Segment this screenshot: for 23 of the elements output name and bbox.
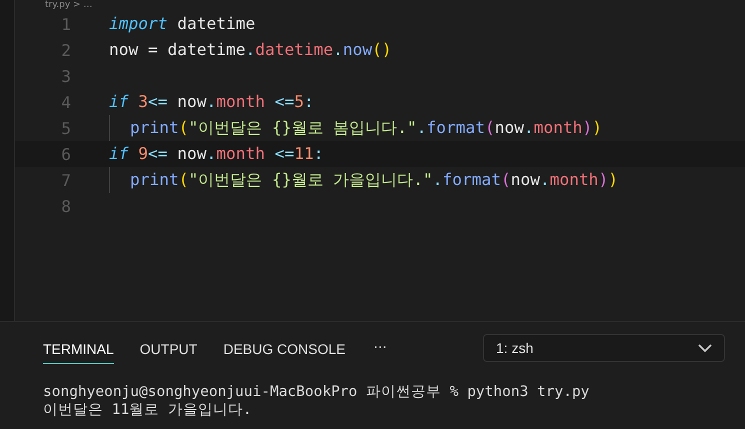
- code-line: if 3<= now.month <=5:: [109, 91, 314, 113]
- line-number: 6: [60, 144, 71, 164]
- panel-tab[interactable]: TERMINAL: [43, 332, 114, 364]
- code-line: import datetime: [109, 13, 256, 35]
- line-number: 5: [60, 118, 71, 138]
- panel-tab[interactable]: DEBUG CONSOLE: [223, 332, 346, 364]
- terminal-select[interactable]: 1: zsh: [483, 334, 725, 362]
- line-number: 8: [60, 196, 71, 216]
- terminal-line: 이번달은 11월로 가을입니다.: [43, 401, 253, 419]
- line-number: 2: [60, 40, 71, 60]
- line-number: 4: [60, 92, 71, 112]
- code-line: now = datetime.datetime.now(): [109, 39, 392, 61]
- line-number: 3: [60, 66, 71, 86]
- code-line: print("이번달은 {}월로 봄입니다.".format(now.month)): [130, 117, 602, 139]
- code-line: print("이번달은 {}월로 가을입니다.".format(now.month)): [130, 169, 618, 191]
- line-number: 1: [60, 14, 71, 34]
- code-line: if 9<= now.month <=11:: [109, 143, 324, 165]
- chevron-down-icon: [698, 344, 712, 352]
- panel-tab[interactable]: OUTPUT: [140, 332, 198, 364]
- line-number: 7: [60, 170, 71, 190]
- terminal-line: songhyeonju@songhyeonjuui-MacBookPro 파이썬공부 % python3 try.py: [43, 383, 590, 401]
- breadcrumb[interactable]: try.py > …: [45, 0, 92, 10]
- more-button[interactable]: ···: [374, 340, 387, 356]
